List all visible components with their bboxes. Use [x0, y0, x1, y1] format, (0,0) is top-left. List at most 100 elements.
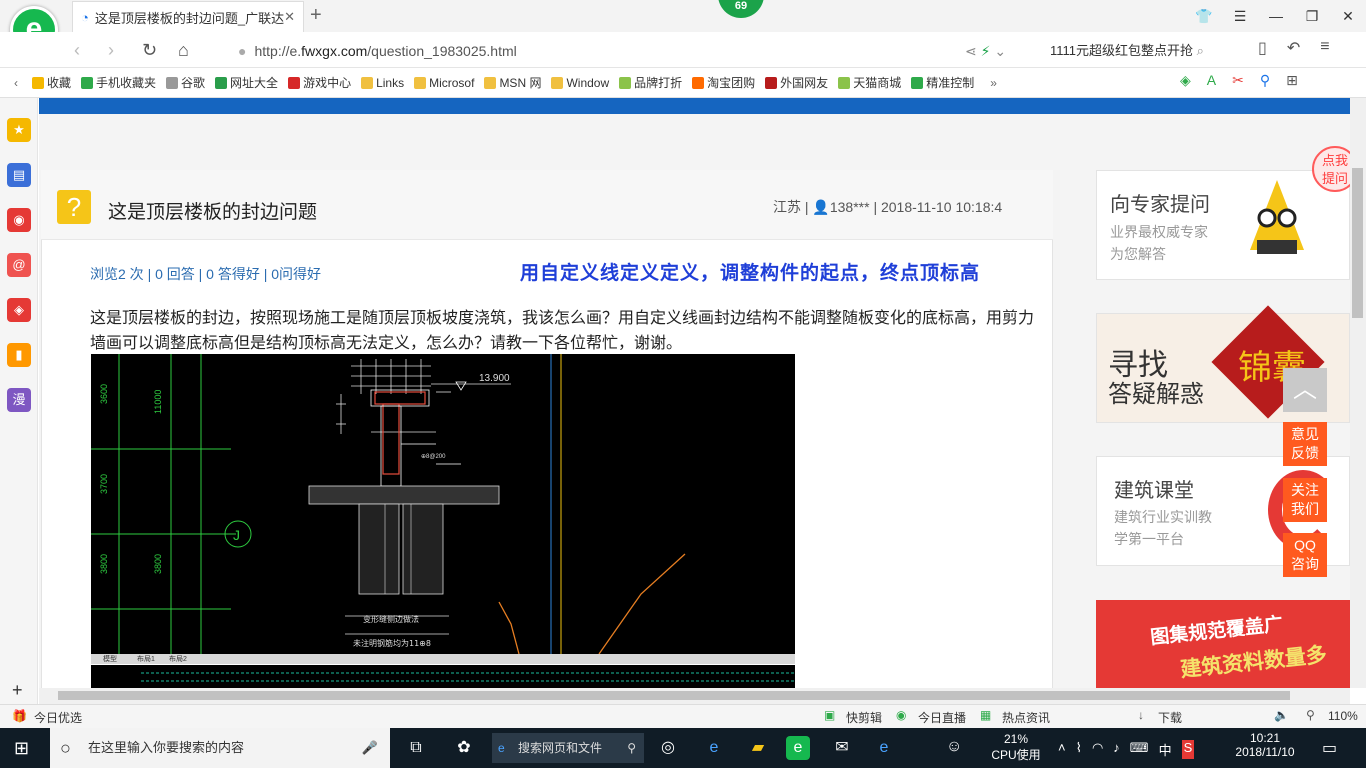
dropdown-icon[interactable]: ⌄	[994, 43, 1006, 59]
taskbar-search[interactable]: ○ 在这里输入你要搜索的内容 🎤	[50, 728, 390, 768]
back-icon[interactable]: ‹	[74, 40, 80, 61]
grid-icon[interactable]: ⊞	[1286, 72, 1298, 89]
tab-close-icon[interactable]: ✕	[284, 9, 295, 25]
status-item-download[interactable]: 下载	[1158, 709, 1182, 726]
menu-icon[interactable]: ☰	[1222, 0, 1258, 32]
taskbar-search-icon[interactable]: ⚲	[627, 733, 636, 763]
annotation-note: 用自定义线定义定义，调整构件的起点，终点顶标高	[520, 262, 981, 284]
bookmark-item[interactable]: 手机收藏夹	[81, 74, 156, 91]
feedback-button[interactable]: 意见反馈	[1283, 422, 1327, 466]
magnifier-icon[interactable]: ⚲	[1260, 72, 1270, 89]
bookmark-item[interactable]: 游戏中心	[288, 74, 351, 91]
notification-icon[interactable]: ▭	[1322, 738, 1337, 758]
restore-button[interactable]: ❐	[1294, 0, 1330, 32]
user-name[interactable]: 138***	[830, 199, 870, 215]
folder-icon[interactable]: ▰	[746, 736, 770, 760]
speaker-icon[interactable]: ♪	[1113, 740, 1120, 759]
chrome-like-icon[interactable]: ◎	[656, 736, 680, 760]
cad-tab-model[interactable]: 模型	[103, 654, 117, 664]
translate-icon[interactable]: A	[1207, 72, 1216, 89]
bookmark-item[interactable]: 淘宝团购	[692, 74, 755, 91]
cad-tab-layout1[interactable]: 布局1	[137, 654, 155, 664]
add-sidebar-icon[interactable]: +	[12, 680, 23, 701]
bookmark-item[interactable]: 网址大全	[215, 74, 278, 91]
speed-icon[interactable]: ⚡	[981, 43, 991, 59]
more-icon[interactable]: ≡	[1320, 38, 1329, 58]
bookmark-tools: ◈ A ✂ ⚲ ⊞	[1180, 72, 1298, 89]
question-stats[interactable]: 浏览2 次 | 0 回答 | 0 答得好 | 0问得好	[90, 264, 321, 284]
people-icon[interactable]: ☺	[946, 738, 962, 756]
browser-taskbar-icon[interactable]: e	[786, 736, 810, 760]
undo-icon[interactable]: ↶	[1287, 38, 1300, 58]
url-field[interactable]: ● http://e.fwxgx.com/question_1983025.htm…	[238, 40, 958, 62]
bookmark-item[interactable]: Microsof	[414, 76, 474, 90]
vertical-scroll-thumb[interactable]	[1352, 168, 1363, 318]
bookmark-item[interactable]: 品牌打折	[619, 74, 682, 91]
bookmark-item[interactable]: 外国网友	[765, 74, 828, 91]
close-button[interactable]: ✕	[1330, 0, 1366, 32]
share-icon[interactable]: ⋖	[965, 43, 977, 59]
bookmarks-more-icon[interactable]: »	[990, 76, 997, 90]
standards-banner[interactable]: 图集规范覆盖广 建筑资料数量多	[1096, 600, 1350, 688]
bookmark-item[interactable]: 谷歌	[166, 74, 205, 91]
favorites-star-icon[interactable]: ★	[7, 118, 31, 142]
bookmark-item[interactable]: MSN 网	[484, 74, 541, 91]
bookmark-item[interactable]: 收藏	[32, 74, 71, 91]
search-box[interactable]: 1111元超级红包整点开抢 ⌕	[1050, 40, 1235, 62]
cad-screenshot-2[interactable]	[91, 665, 795, 688]
home-icon[interactable]: ⌂	[178, 40, 189, 61]
edge-taskbar-icon[interactable]: e	[872, 736, 896, 760]
shield-icon[interactable]: ◈	[1180, 72, 1191, 89]
bookmark-item[interactable]: 精准控制	[911, 74, 974, 91]
zoom-level[interactable]: 110%	[1328, 709, 1358, 723]
mail-taskbar-icon[interactable]: ✉	[830, 736, 854, 760]
bookmark-item[interactable]: Links	[361, 76, 404, 90]
horizontal-scroll-thumb[interactable]	[58, 691, 1290, 700]
follow-button[interactable]: 关注我们	[1283, 478, 1327, 522]
cad-screenshot[interactable]: J 3600 3700 3800 11000 3800 13.900 ⊕8@20…	[91, 354, 795, 654]
forward-icon[interactable]: ›	[108, 40, 114, 61]
system-tray: ˄ ⌇ ◠ ♪ ⌨ 中 S	[1058, 740, 1195, 759]
status-item-news[interactable]: 热点资讯	[1002, 709, 1050, 726]
tray-expand-icon[interactable]: ˄	[1058, 740, 1066, 759]
mic-icon[interactable]: 🎤	[362, 728, 378, 768]
ie-icon[interactable]: e	[702, 736, 726, 760]
taskbar-browser-search[interactable]: e 搜索网页和文件 ⚲	[492, 733, 644, 763]
status-item-clip[interactable]: 快剪辑	[846, 709, 882, 726]
status-left-label[interactable]: 今日优选	[34, 709, 82, 726]
skin-icon[interactable]: 👕	[1186, 0, 1222, 32]
new-tab-button[interactable]: +	[310, 4, 322, 27]
ime-indicator[interactable]: 中	[1159, 740, 1172, 759]
mail-icon[interactable]: @	[7, 253, 31, 277]
reader-icon[interactable]: ▮	[7, 343, 31, 367]
keyboard-icon[interactable]: ⌨	[1130, 740, 1149, 759]
minimize-button[interactable]: —	[1258, 0, 1294, 32]
scissors-icon[interactable]: ✂	[1232, 72, 1244, 89]
manga-icon[interactable]: 漫	[7, 388, 31, 412]
bookmark-label: MSN 网	[499, 76, 542, 90]
wifi-icon[interactable]: ◠	[1092, 740, 1103, 759]
task-view-icon[interactable]: ⧉	[404, 736, 428, 760]
cpu-monitor[interactable]: 21% CPU使用	[990, 732, 1042, 763]
windows-start-icon[interactable]: ⊞	[14, 738, 29, 759]
back-to-top-button[interactable]: ︿	[1283, 368, 1327, 412]
network-icon[interactable]: ⌇	[1076, 740, 1082, 759]
cad-tab-layout2[interactable]: 布局2	[169, 654, 187, 664]
status-item-live[interactable]: 今日直播	[918, 709, 966, 726]
refresh-icon[interactable]: ↻	[142, 40, 157, 61]
apps-icon[interactable]: ▤	[7, 163, 31, 187]
browser-tab[interactable]: ◔ 这是顶层楼板的封边问题_广联达 ✕	[72, 1, 304, 32]
search-icon[interactable]: ⌕	[1197, 43, 1204, 58]
sogou-icon[interactable]: S	[1181, 740, 1195, 759]
clock[interactable]: 10:21 2018/11/10	[1232, 731, 1298, 759]
bookmark-item[interactable]: Window	[551, 76, 609, 90]
weibo-icon[interactable]: ◉	[7, 208, 31, 232]
bookmark-item[interactable]: 天猫商城	[838, 74, 901, 91]
collapse-icon[interactable]: ‹	[14, 76, 18, 90]
qq-consult-button[interactable]: QQ咨询	[1283, 533, 1327, 577]
volume-icon[interactable]: 🔈	[1274, 708, 1289, 722]
pinwheel-icon[interactable]: ✿	[452, 736, 476, 760]
phone-icon[interactable]: ▯	[1258, 38, 1267, 58]
game-icon[interactable]: ◈	[7, 298, 31, 322]
grid-label: J	[233, 527, 240, 543]
